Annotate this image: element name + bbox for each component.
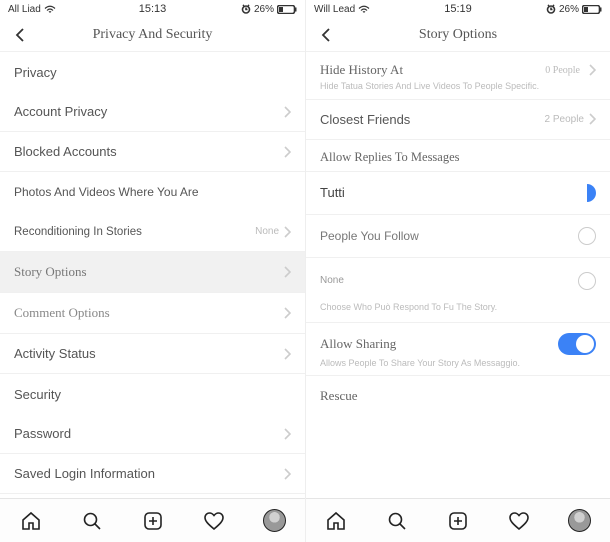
tab-activity[interactable] (506, 508, 532, 534)
tab-home[interactable] (18, 508, 44, 534)
row-label: Account Privacy (14, 104, 283, 119)
story-options-list: Hide History At 0 People Hide Tatua Stor… (306, 52, 610, 498)
row-privacy[interactable]: Privacy (0, 52, 305, 92)
tab-bar (306, 498, 610, 542)
row-accessory: 0 People (545, 65, 580, 76)
row-hide-history[interactable]: Hide History At 0 People Hide Tatua Stor… (306, 52, 610, 100)
avatar-icon (263, 509, 286, 532)
tab-search[interactable] (79, 508, 105, 534)
row-allow-sharing[interactable]: Allow Sharing Allows People To Share You… (306, 323, 610, 377)
home-icon (325, 510, 347, 532)
row-label: Story Options (14, 264, 283, 280)
row-label: Reconditioning In Stories (14, 226, 255, 238)
status-bar: Will Lead 15:19 26% (306, 0, 610, 18)
tab-activity[interactable] (201, 508, 227, 534)
toggle-on-icon[interactable] (558, 333, 596, 355)
chevron-right-icon (283, 146, 291, 158)
chevron-right-icon (588, 64, 596, 76)
row-accessory: 2 People (545, 114, 584, 125)
row-label: Blocked Accounts (14, 144, 283, 159)
row-security[interactable]: Security (0, 374, 305, 414)
header: Story Options (306, 18, 610, 52)
page-title: Privacy And Security (0, 27, 305, 43)
status-time: 15:19 (306, 3, 610, 15)
row-subtitle: Allows People To Share Your Story As Mes… (320, 358, 596, 370)
tab-profile[interactable] (262, 508, 288, 534)
row-comment-options[interactable]: Comment Options (0, 293, 305, 334)
chevron-right-icon (283, 468, 291, 480)
reply-option-none[interactable]: None (306, 258, 610, 298)
chevron-right-icon (283, 348, 291, 360)
row-password[interactable]: Password (0, 414, 305, 454)
row-label: Saved Login Information (14, 466, 283, 481)
tab-home[interactable] (323, 508, 349, 534)
plus-square-icon (142, 510, 164, 532)
page-title: Story Options (306, 27, 610, 43)
tab-add[interactable] (140, 508, 166, 534)
row-blocked-accounts[interactable]: Blocked Accounts (0, 132, 305, 172)
phone-right: Will Lead 15:19 26% Story Options Hide H… (305, 0, 610, 542)
row-label: People You Follow (320, 229, 578, 243)
row-label: Password (14, 426, 283, 441)
row-account-privacy[interactable]: Account Privacy (0, 92, 305, 132)
status-time: 15:13 (0, 3, 305, 15)
reply-option-tutti[interactable]: Tutti (306, 172, 610, 215)
search-icon (386, 510, 408, 532)
row-two-factor[interactable]: Two-factor Authentication (0, 494, 305, 498)
chevron-right-icon (283, 266, 291, 278)
status-bar: All Liad 15:13 26% (0, 0, 305, 18)
radio-unselected-icon (578, 272, 596, 290)
plus-square-icon (447, 510, 469, 532)
row-subtitle: Hide Tatua Stories And Live Videos To Pe… (320, 81, 596, 93)
row-story-options[interactable]: Story Options (0, 252, 305, 293)
row-activity-status[interactable]: Activity Status (0, 334, 305, 374)
phone-left: All Liad 15:13 26% Privacy And Security … (0, 0, 305, 542)
avatar-icon (568, 509, 591, 532)
row-saved-login[interactable]: Saved Login Information (0, 454, 305, 494)
replies-note: Choose Who Può Respond To Fu The Story. (306, 298, 610, 323)
radio-unselected-icon (578, 227, 596, 245)
row-accessory: None (255, 226, 279, 237)
section-replies-header: Allow Replies To Messages (306, 140, 610, 172)
heart-icon (203, 510, 225, 532)
row-label: Activity Status (14, 346, 283, 361)
chevron-right-icon (283, 226, 291, 238)
row-closest-friends[interactable]: Closest Friends 2 People (306, 100, 610, 140)
settings-list: Privacy Account Privacy Blocked Accounts… (0, 52, 305, 498)
tab-profile[interactable] (567, 508, 593, 534)
row-label: Allow Sharing (320, 336, 396, 352)
tab-add[interactable] (445, 508, 471, 534)
reply-option-follow[interactable]: People You Follow (306, 215, 610, 258)
row-label: Comment Options (14, 305, 283, 321)
search-icon (81, 510, 103, 532)
header: Privacy And Security (0, 18, 305, 52)
row-photos-videos[interactable]: Photos And Videos Where You Are (0, 172, 305, 212)
row-label: Closest Friends (320, 112, 545, 127)
row-label: Hide History At (320, 62, 403, 78)
tab-bar (0, 498, 305, 542)
chevron-right-icon (588, 113, 596, 125)
tab-search[interactable] (384, 508, 410, 534)
row-label: Photos And Videos Where You Are (14, 185, 291, 199)
row-label: Rescue (320, 388, 596, 404)
chevron-right-icon (283, 428, 291, 440)
radio-selected-icon (587, 184, 596, 202)
chevron-right-icon (283, 106, 291, 118)
chevron-right-icon (283, 307, 291, 319)
row-label: Security (14, 387, 291, 402)
row-label: None (320, 275, 578, 286)
row-reconditioning[interactable]: Reconditioning In StoriesNone (0, 212, 305, 252)
row-label: Privacy (14, 65, 291, 80)
row-label: Tutti (320, 185, 587, 200)
row-rescue[interactable]: Rescue (306, 376, 610, 416)
heart-icon (508, 510, 530, 532)
home-icon (20, 510, 42, 532)
